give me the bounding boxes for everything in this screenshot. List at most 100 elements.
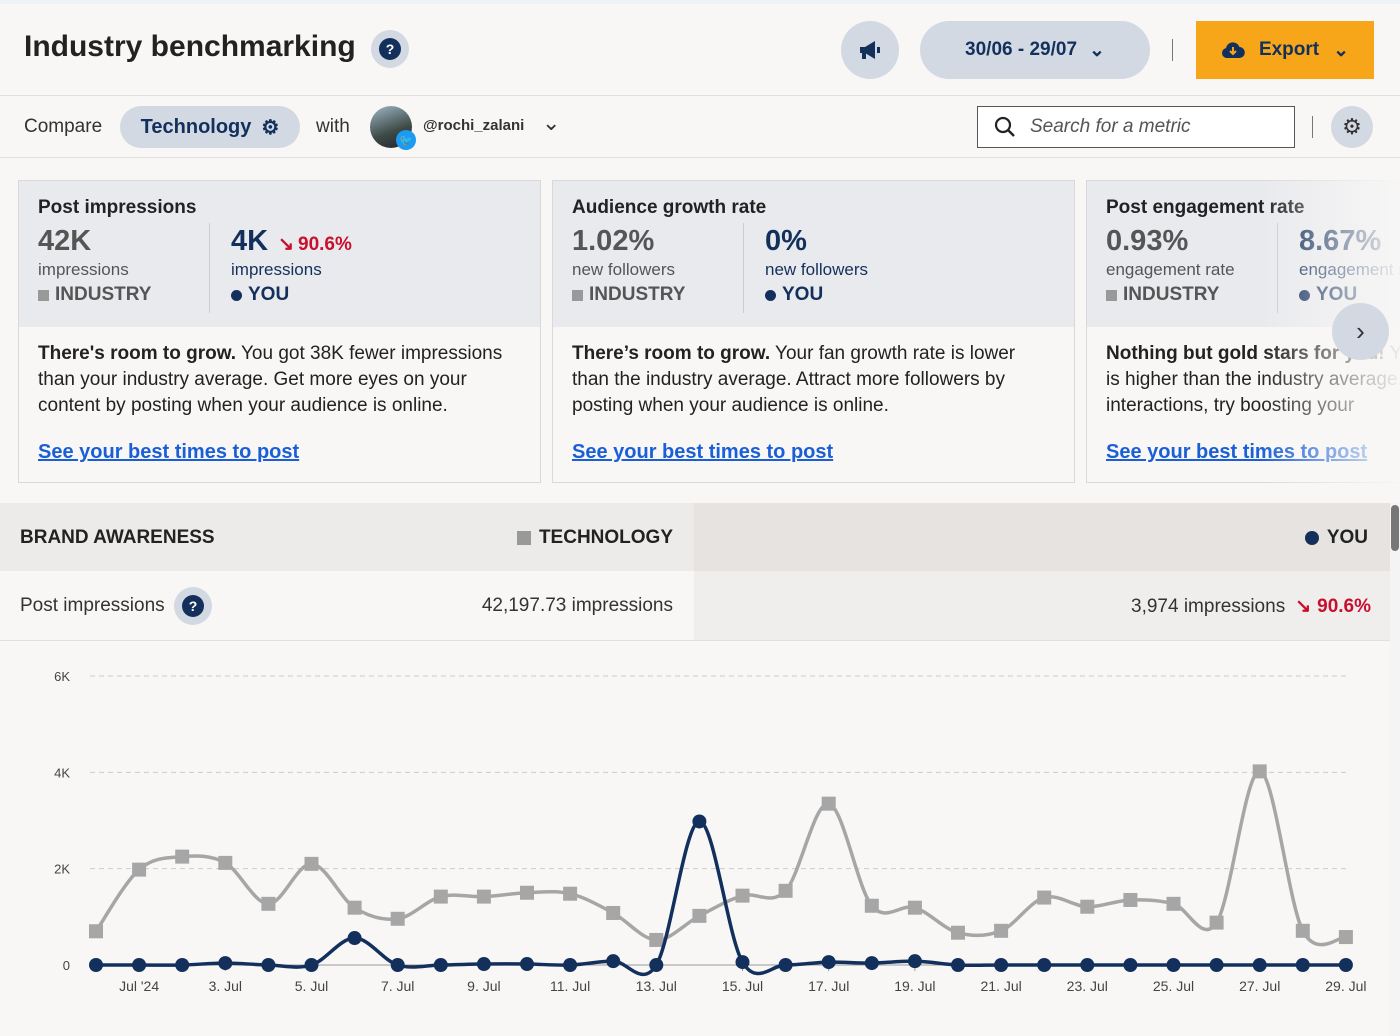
scrollbar-thumb[interactable] [1391, 505, 1399, 551]
you-value: 3,974 impressions [1131, 596, 1286, 617]
industry-name: Technology [140, 115, 252, 138]
metric-cards: Post impressions 42K impressions INDUSTR… [18, 180, 1400, 483]
industry-label: INDUSTRY [1123, 284, 1220, 305]
you-data-point [390, 958, 405, 972]
technology-data-point [304, 856, 319, 871]
chevron-right-icon: › [1356, 316, 1365, 346]
trend-down-icon: ↘ [1295, 596, 1312, 617]
y-tick-label: 0 [63, 958, 70, 973]
metric-help-button[interactable]: ? [174, 587, 212, 625]
page-header: Industry benchmarking ? 30/06 - 29/07 ⌄ E… [0, 4, 1400, 96]
you-data-point [821, 955, 836, 970]
technology-data-point [218, 855, 233, 870]
you-stat: 4K ↘ 90.6% impressions YOU [231, 225, 521, 306]
carousel-next-button[interactable]: › [1332, 303, 1389, 360]
card-title: Post impressions [38, 197, 197, 218]
x-tick-label: 7. Jul [381, 978, 414, 994]
industry-label: INDUSTRY [55, 284, 152, 305]
scrollbar[interactable] [1390, 503, 1400, 1036]
divider [209, 223, 210, 313]
x-tick-label: 17. Jul [808, 978, 849, 994]
x-tick-label: 19. Jul [894, 978, 935, 994]
technology-data-point [778, 883, 793, 898]
you-data-point [1080, 958, 1095, 972]
circle-legend-icon [765, 289, 776, 301]
you-data-point [907, 954, 922, 969]
account-handle[interactable]: @rochi_zalani [423, 117, 524, 134]
you-data-point [606, 954, 621, 969]
you-data-point [778, 958, 793, 972]
technology-data-point [1252, 764, 1267, 779]
page-title: Industry benchmarking [24, 30, 356, 63]
industry-stat: 1.02% new followers INDUSTRY [572, 225, 762, 306]
you-data-point [1252, 958, 1267, 972]
date-range-picker[interactable]: 30/06 - 29/07 ⌄ [920, 21, 1150, 79]
technology-data-point [520, 885, 534, 900]
best-times-link[interactable]: See your best times to post [38, 441, 299, 464]
gear-icon: ⚙ [261, 116, 280, 139]
chevron-down-icon: ⌄ [1333, 39, 1350, 61]
section-title: BRAND AWARENESS [20, 527, 215, 548]
you-data-point [864, 956, 879, 971]
you-stat: 0% new followers YOU [765, 225, 1055, 306]
industry-column-header: TECHNOLOGY [516, 527, 673, 549]
card-description: There’s room to grow. Your fan growth ra… [553, 327, 1074, 427]
export-label: Export [1258, 39, 1320, 60]
circle-legend-icon [1304, 531, 1319, 545]
x-tick-label: 9. Jul [467, 978, 500, 994]
x-tick-label: 27. Jul [1239, 978, 1280, 994]
technology-data-point [476, 889, 491, 904]
you-data-point [520, 957, 534, 972]
square-legend-icon [516, 531, 531, 545]
technology-data-point [1080, 899, 1095, 914]
megaphone-icon [860, 41, 880, 59]
industry-value: 1.02% [572, 225, 655, 257]
industry-value: 42K [38, 225, 92, 257]
you-change: 90.6% [1317, 596, 1371, 617]
you-unit: impressions [231, 260, 322, 279]
industry-stat: 42K impressions INDUSTRY [38, 225, 228, 306]
card-description: There's room to grow. You got 38K fewer … [19, 327, 540, 427]
you-change: 90.6% [298, 234, 352, 255]
help-button[interactable]: ? [371, 30, 409, 68]
account-chevron-down-icon[interactable]: ⌄ [542, 110, 560, 136]
you-data-point [433, 958, 448, 972]
y-tick-label: 6K [54, 669, 70, 684]
announcements-button[interactable] [841, 21, 899, 79]
you-unit: new followers [765, 260, 868, 279]
compare-label: Compare [24, 116, 103, 137]
metric-name: Post impressions [20, 595, 165, 616]
x-tick-label: 15. Jul [722, 978, 763, 994]
with-label: with [316, 116, 350, 137]
metric-search[interactable] [977, 106, 1295, 148]
x-tick-label: Jul '24 [119, 978, 159, 994]
gear-icon: ⚙ [1342, 114, 1362, 139]
technology-data-point [1037, 890, 1052, 905]
technology-data-point [563, 886, 578, 901]
card-title: Audience growth rate [572, 197, 767, 218]
x-tick-label: 5. Jul [295, 978, 328, 994]
search-input[interactable] [1030, 116, 1280, 138]
technology-data-point [951, 925, 965, 940]
settings-button[interactable]: ⚙ [1331, 106, 1373, 148]
circle-legend-icon [231, 289, 242, 301]
compare-toolbar: Compare Technology ⚙ with 🐦 @rochi_zalani… [0, 96, 1400, 158]
industry-value: 42,197.73 impressions [481, 595, 673, 616]
twitter-icon: 🐦 [396, 130, 416, 150]
export-button[interactable]: Export ⌄ [1196, 21, 1374, 79]
avatar[interactable]: 🐦 [370, 106, 416, 150]
divider [1312, 116, 1313, 138]
you-data-point [1209, 958, 1224, 972]
technology-data-point [1123, 892, 1138, 907]
you-value: 0% [765, 225, 807, 257]
technology-data-point [606, 905, 621, 920]
you-data-point [218, 956, 233, 971]
best-times-link[interactable]: See your best times to post [572, 441, 833, 464]
industry-selector[interactable]: Technology ⚙ [120, 106, 300, 148]
x-tick-label: 13. Jul [636, 978, 677, 994]
technology-data-point [692, 908, 707, 923]
technology-series-line [94, 769, 1347, 947]
table-row: Post impressions ? 42,197.73 impressions [0, 571, 694, 641]
you-data-point [563, 958, 578, 972]
technology-data-point [907, 900, 922, 915]
